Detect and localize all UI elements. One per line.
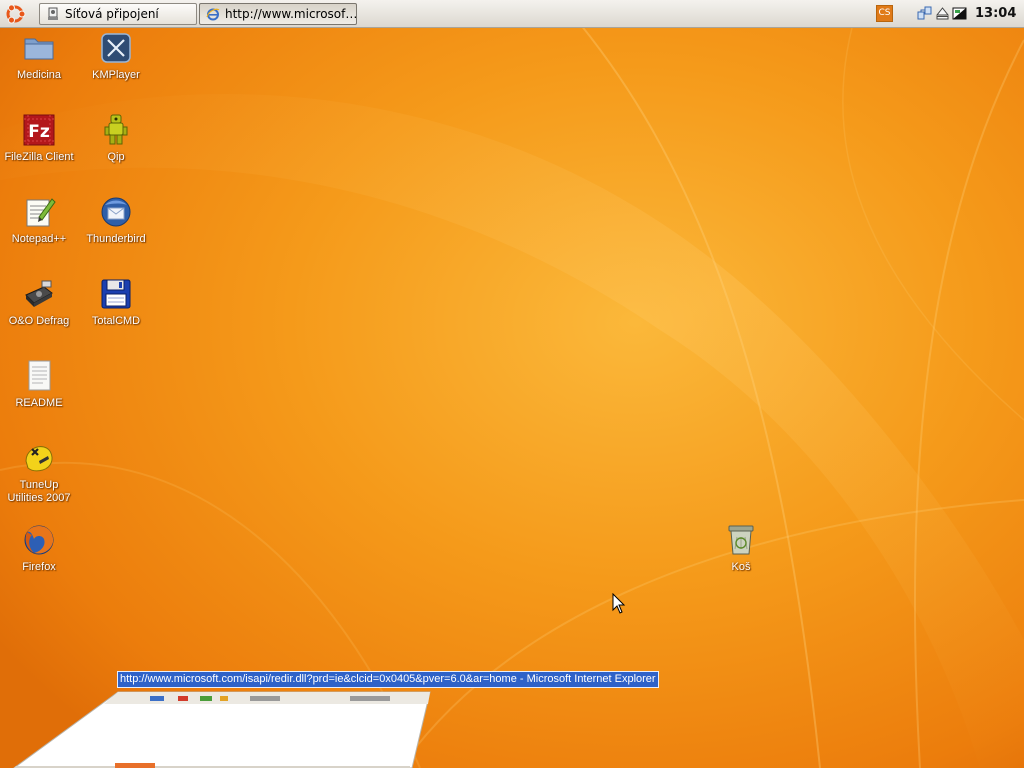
desktop-icon-label: Notepad++ (11, 233, 67, 245)
desktop-icon-label: Medicina (16, 69, 62, 81)
desktop-icon-label: Firefox (22, 561, 56, 573)
thunderbird-icon (101, 197, 131, 227)
text-file-icon (28, 360, 51, 391)
taskbar-button-network-connections[interactable]: Síťová připojení (39, 3, 197, 25)
filezilla-icon: Fz (23, 114, 55, 146)
desktop-icon-label: Qip (107, 151, 125, 163)
taskbar-button-internet-explorer[interactable]: http://www.microsof… (199, 3, 357, 25)
desktop-icon-label: KMPlayer (92, 69, 140, 81)
taskbar-button-label: http://www.microsof… (225, 7, 357, 21)
desktop-icon-filezilla[interactable]: Fz FileZilla Client (1, 113, 77, 164)
ubuntu-menu-icon[interactable] (3, 2, 27, 26)
internet-explorer-icon (206, 8, 220, 21)
desktop-icon-qip[interactable]: Qip (78, 113, 154, 164)
top-panel: Síťová připojení http://www.microsof… CS… (0, 0, 1024, 28)
mouse-cursor-icon (612, 593, 626, 614)
desktop-icon-label: FileZilla Client (4, 151, 74, 163)
qip-icon (104, 114, 128, 145)
eject-icon[interactable] (935, 6, 950, 21)
trash-icon (728, 525, 754, 555)
desktop-icon-label: README (15, 397, 63, 409)
kmplayer-icon (101, 33, 131, 63)
notepad-plus-plus-icon (26, 198, 56, 227)
totalcmd-floppy-icon (101, 279, 131, 309)
desktop-icon-label: Thunderbird (86, 233, 146, 245)
desktop-icon-notepad-plus-plus[interactable]: Notepad++ (1, 195, 77, 246)
folder-icon (24, 38, 54, 60)
desktop-icon-totalcmd[interactable]: TotalCMD (78, 277, 154, 328)
keyboard-language-indicator[interactable]: CS (876, 5, 893, 22)
defrag-icon (25, 280, 53, 307)
svg-text:Fz: Fz (28, 122, 50, 142)
panel-clock[interactable]: 13:04 (975, 6, 1016, 21)
taskbar-button-label: Síťová připojení (65, 7, 159, 21)
desktop-icon-label: Koš (731, 561, 751, 573)
tuneup-icon (25, 446, 53, 472)
desktop-icon-readme[interactable]: README (1, 359, 77, 410)
desktop-icon-kmplayer[interactable]: KMPlayer (78, 31, 154, 82)
desktop-icon-trash[interactable]: Koš (703, 523, 779, 574)
desktop-icon-oo-defrag[interactable]: O&O Defrag (1, 277, 77, 328)
display-switch-icon[interactable] (952, 6, 967, 21)
desktop-icon-label: TuneUp Utilities 2007 (7, 479, 71, 504)
desktop-icon-firefox[interactable]: Firefox (1, 523, 77, 574)
window-title-bar[interactable]: http://www.microsoft.com/isapi/redir.dll… (117, 671, 659, 688)
network-connections-icon (48, 7, 58, 20)
network-status-icon[interactable] (917, 6, 932, 21)
desktop-icon-medicina[interactable]: Medicina (1, 31, 77, 82)
desktop-icon-label: TotalCMD (91, 315, 141, 327)
firefox-icon (24, 525, 54, 555)
desktop-icon-thunderbird[interactable]: Thunderbird (78, 195, 154, 246)
desktop-icon-tuneup[interactable]: TuneUp Utilities 2007 (1, 441, 77, 505)
desktop-icon-label: O&O Defrag (8, 315, 70, 327)
